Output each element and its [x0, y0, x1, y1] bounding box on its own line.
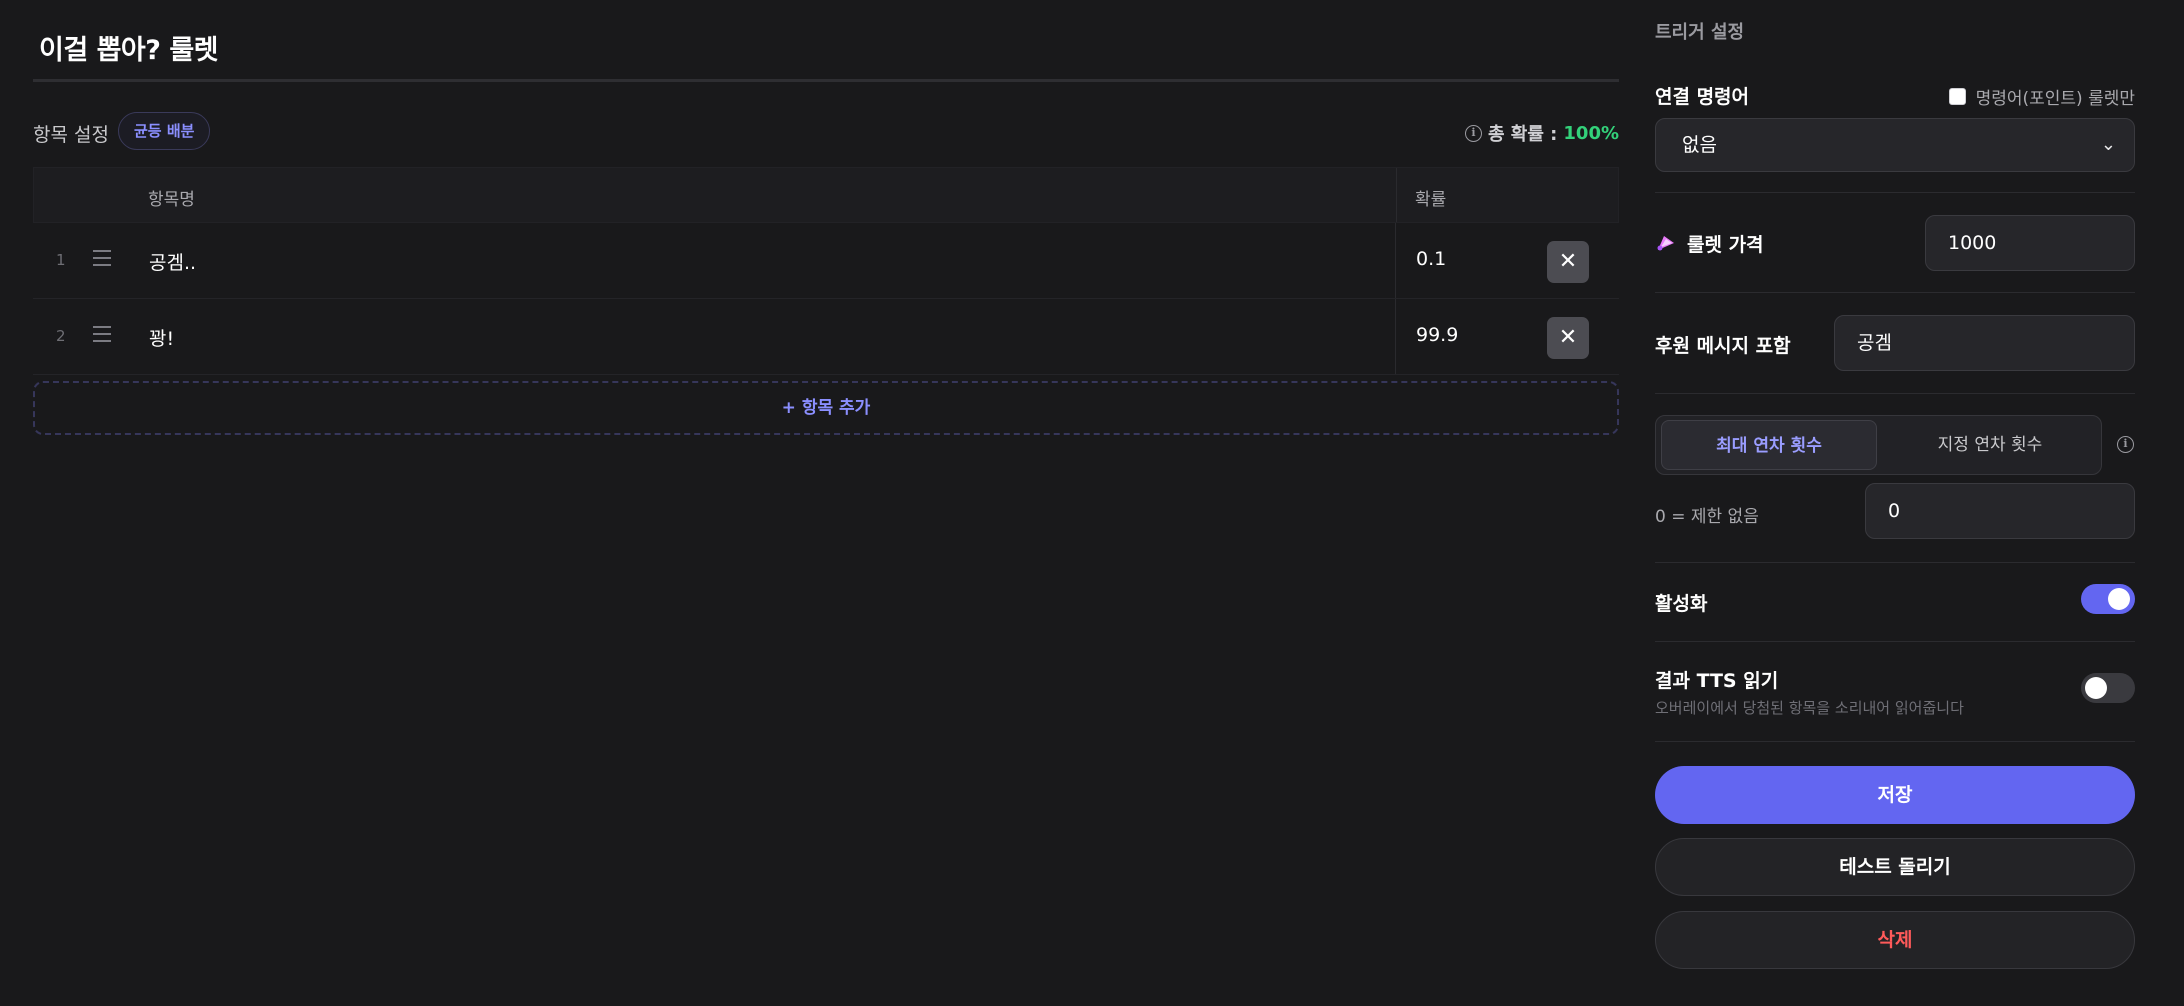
divider — [1655, 562, 2135, 563]
items-section-label: 항목 설정 — [33, 124, 109, 146]
close-icon: ✕ — [1558, 325, 1578, 350]
divider — [1655, 741, 2135, 742]
chevron-down-icon: ⌄ — [2100, 134, 2116, 155]
price-input[interactable]: 1000 — [1925, 215, 2135, 271]
save-button[interactable]: 저장 — [1655, 766, 2135, 824]
command-only-option[interactable]: 명령어(포인트) 룰렛만 — [1948, 84, 2135, 109]
donation-message-label: 후원 메시지 포함 — [1655, 335, 1791, 357]
delete-button[interactable]: 삭제 — [1655, 911, 2135, 969]
count-mode-toggle: 최대 연차 횟수 지정 연차 횟수 — [1655, 415, 2102, 475]
tab-fixed-count[interactable]: 지정 연차 횟수 — [1882, 420, 2098, 470]
section-title: 트리거 설정 — [1655, 22, 1745, 43]
total-probability: i 총 확률 : 100% — [1464, 120, 1619, 146]
divider — [1655, 292, 2135, 293]
info-icon: i — [1464, 124, 1482, 142]
limit-input[interactable]: 0 — [1865, 483, 2135, 539]
divider — [1655, 192, 2135, 193]
command-only-checkbox[interactable] — [1948, 88, 1966, 105]
column-divider — [1395, 223, 1396, 298]
tts-description: 오버레이에서 당첨된 항목을 소리내어 읽어줍니다 — [1655, 699, 1964, 717]
toggle-knob — [2108, 588, 2130, 610]
donation-message-input[interactable]: 공겜 — [1834, 315, 2135, 371]
item-probability-field[interactable]: 0.1 — [1416, 248, 1446, 270]
toggle-knob — [2085, 677, 2107, 699]
item-name-field[interactable]: 공겜.. — [149, 248, 196, 275]
even-distribute-button[interactable]: 균등 배분 — [118, 112, 211, 150]
active-toggle[interactable] — [2081, 584, 2135, 614]
delete-item-button[interactable]: ✕ — [1547, 241, 1589, 283]
column-header-probability: 확률 — [1415, 190, 1447, 210]
drag-handle-icon[interactable] — [93, 250, 111, 271]
total-probability-value: 100% — [1563, 122, 1619, 144]
tab-max-count[interactable]: 최대 연차 횟수 — [1661, 420, 1877, 470]
price-label: 룰렛 가격 — [1687, 234, 1764, 256]
page-title: 이걸 뽑아? 룰렛 — [39, 35, 219, 66]
command-select-value: 없음 — [1682, 134, 1717, 156]
command-select[interactable]: 없음 ⌄ — [1655, 118, 2135, 172]
tts-label: 결과 TTS 읽기 — [1655, 670, 1779, 692]
total-probability-label: 총 확률 : — [1487, 124, 1558, 145]
table-header: 항목명 확률 — [33, 167, 1619, 223]
row-index: 2 — [56, 327, 66, 345]
drag-handle-icon[interactable] — [93, 326, 111, 347]
title-divider — [33, 79, 1619, 82]
divider — [1655, 393, 2135, 394]
items-table: 항목명 확률 1 공겜.. 0.1 ✕ 2 꽝! 99.9 ✕ — [33, 167, 1619, 375]
table-row: 1 공겜.. 0.1 ✕ — [33, 223, 1619, 299]
roulette-icon — [1657, 236, 1674, 251]
active-label: 활성화 — [1655, 593, 1708, 615]
roulette-editor: 이걸 뽑아? 룰렛 항목 설정 균등 배분 i 총 확률 : 100% 항목명 … — [0, 0, 2184, 1006]
tts-toggle[interactable] — [2081, 673, 2135, 703]
divider — [1655, 641, 2135, 642]
info-icon[interactable]: i — [2117, 436, 2134, 453]
item-name-field[interactable]: 꽝! — [149, 324, 174, 351]
column-divider — [1395, 299, 1396, 374]
column-divider — [1396, 168, 1397, 222]
command-only-label: 명령어(포인트) 룰렛만 — [1975, 89, 2135, 109]
table-row: 2 꽝! 99.9 ✕ — [33, 299, 1619, 375]
delete-item-button[interactable]: ✕ — [1547, 317, 1589, 359]
trigger-settings-panel: 트리거 설정 연결 명령어 명령어(포인트) 룰렛만 없음 ⌄ 룰렛 가격 10… — [1655, 0, 2135, 1006]
item-probability-field[interactable]: 99.9 — [1416, 324, 1458, 346]
row-index: 1 — [56, 251, 66, 269]
test-run-button[interactable]: 테스트 돌리기 — [1655, 838, 2135, 896]
column-header-name: 항목명 — [148, 190, 195, 210]
limit-hint: 0 = 제한 없음 — [1655, 507, 1759, 527]
add-item-button[interactable]: + 항목 추가 — [33, 381, 1619, 435]
close-icon: ✕ — [1558, 249, 1578, 274]
command-label: 연결 명령어 — [1655, 86, 1750, 108]
items-panel: 이걸 뽑아? 룰렛 항목 설정 균등 배분 i 총 확률 : 100% 항목명 … — [33, 0, 1619, 1006]
